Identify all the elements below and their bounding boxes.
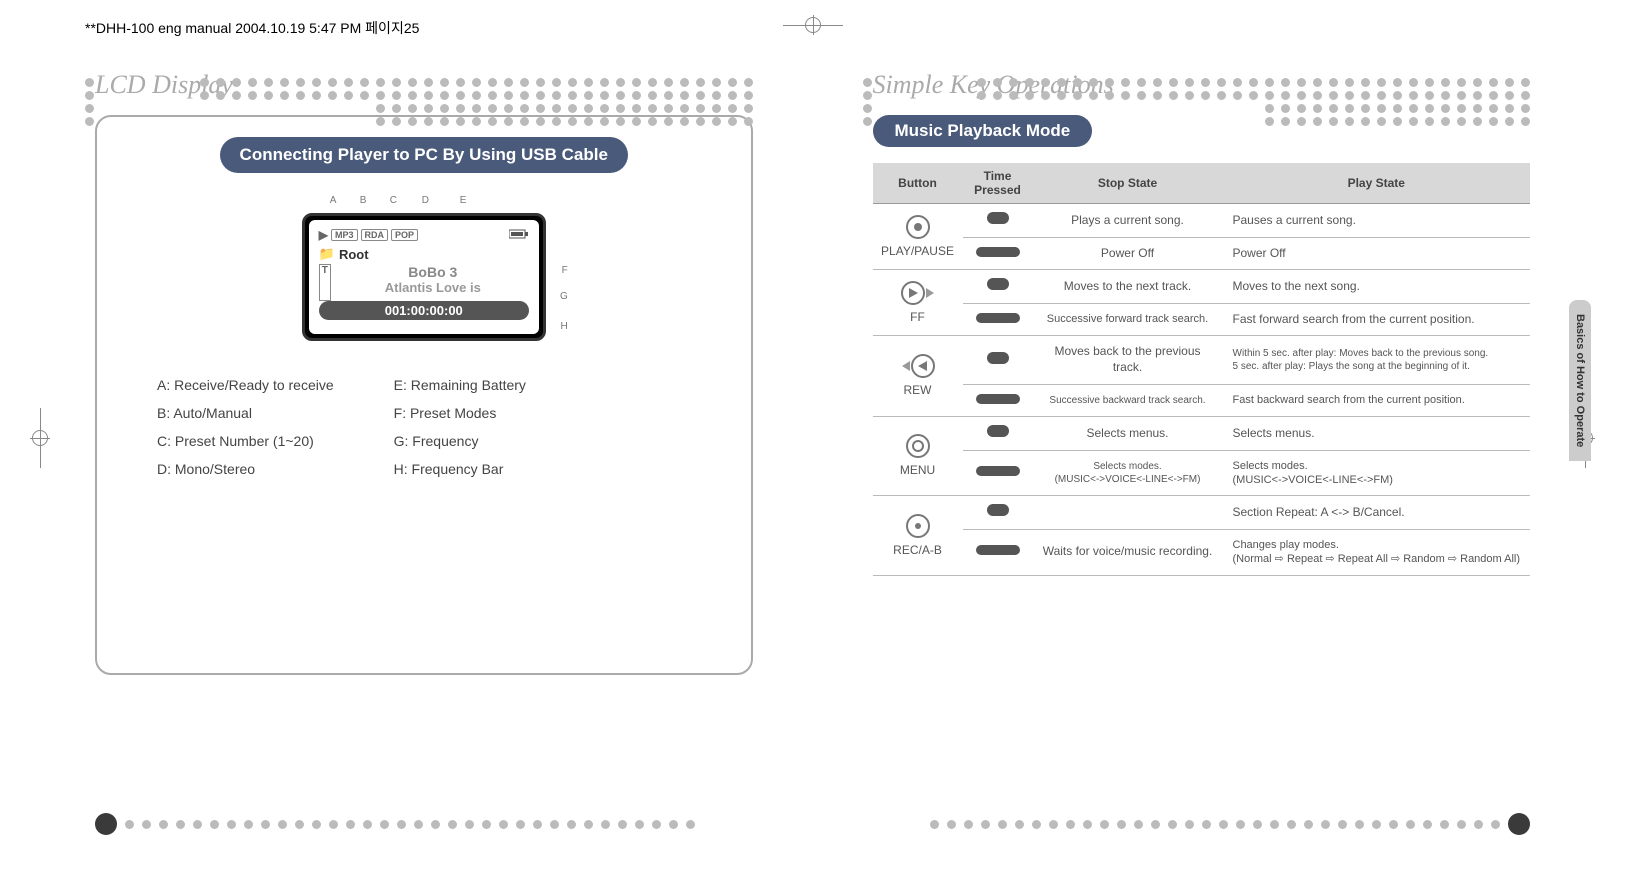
- lcd-tag2: RDA: [361, 229, 389, 241]
- press-short-icon: [963, 336, 1033, 384]
- operations-table: Button Time Pressed Stop State Play Stat…: [873, 163, 1531, 576]
- cell: Plays a current song.: [1033, 204, 1223, 238]
- cell: Changes play modes. (Normal ⇨ Repeat ⇨ R…: [1223, 529, 1531, 575]
- annot-d: D: [422, 195, 429, 206]
- play-pause-icon: [905, 214, 931, 240]
- legend-c: C: Preset Number (1~20): [157, 427, 334, 455]
- legend-b: B: Auto/Manual: [157, 399, 334, 427]
- folder-icon: 📁: [319, 246, 335, 262]
- document-stamp: **DHH-100 eng manual 2004.10.19 5:47 PM …: [85, 18, 419, 38]
- press-short-icon: [963, 270, 1033, 304]
- annot-g: G: [560, 291, 568, 302]
- press-short-icon: [963, 496, 1033, 530]
- lcd-root: Root: [339, 247, 369, 262]
- crop-mark-top: [783, 15, 843, 35]
- press-long-icon: [963, 450, 1033, 496]
- legend-a: A: Receive/Ready to receive: [157, 371, 334, 399]
- press-short-icon: [963, 417, 1033, 451]
- lcd-tag1: MP3: [331, 229, 358, 241]
- footer-dots-left: [95, 813, 695, 835]
- btn-rew: REW: [873, 336, 963, 417]
- legend-f: F: Preset Modes: [394, 399, 526, 427]
- btn-play-pause: PLAY/PAUSE: [873, 204, 963, 270]
- cell: Moves to the next song.: [1223, 270, 1531, 304]
- pill-connecting: Connecting Player to PC By Using USB Cab…: [220, 137, 628, 173]
- footer-dots-right: [930, 813, 1530, 835]
- press-long-icon: [963, 237, 1033, 270]
- annot-c: C: [390, 195, 397, 206]
- lcd-line2: BoBo 3: [337, 264, 529, 280]
- btn-ff: FF: [873, 270, 963, 336]
- cell: Fast forward search from the current pos…: [1223, 303, 1531, 336]
- lcd-tag3: POP: [391, 229, 418, 241]
- cell: Section Repeat: A <-> B/Cancel.: [1223, 496, 1531, 530]
- cell: Within 5 sec. after play: Moves back to …: [1223, 336, 1531, 384]
- press-long-icon: [963, 303, 1033, 336]
- lcd-box: Connecting Player to PC By Using USB Cab…: [95, 115, 753, 675]
- decor-dots-rows: [183, 78, 753, 130]
- cell: Successive forward track search.: [1033, 303, 1223, 336]
- legend: A: Receive/Ready to receive B: Auto/Manu…: [117, 371, 731, 483]
- side-tab: Basics of How to Operate: [1569, 300, 1591, 461]
- annot-a: A: [330, 195, 337, 206]
- left-panel: LCD Display Connecting Player to PC By U…: [0, 60, 813, 820]
- press-long-icon: [963, 529, 1033, 575]
- ff-icon: [900, 280, 936, 306]
- cell: Power Off: [1033, 237, 1223, 270]
- btn-menu: MENU: [873, 417, 963, 496]
- press-short-icon: [963, 204, 1033, 238]
- legend-h: H: Frequency Bar: [394, 455, 526, 483]
- cell: Moves to the next track.: [1033, 270, 1223, 304]
- annot-f: F: [562, 265, 568, 276]
- rew-icon: [900, 353, 936, 379]
- lcd-line3: Atlantis Love is: [337, 280, 529, 295]
- lcd-bar: 001:00:00:00: [319, 301, 529, 320]
- legend-d: D: Mono/Stereo: [157, 455, 334, 483]
- battery-icon: [509, 229, 529, 242]
- right-panel: Simple Key Operations Music Playback Mod…: [813, 60, 1625, 820]
- play-icon: ▶: [319, 228, 328, 242]
- cell: [1033, 496, 1223, 530]
- press-long-icon: [963, 384, 1033, 417]
- th-button: Button: [873, 163, 963, 204]
- rec-icon: [905, 513, 931, 539]
- menu-icon: [905, 433, 931, 459]
- legend-g: G: Frequency: [394, 427, 526, 455]
- decor-dots-col: [85, 78, 94, 126]
- annot-h: H: [561, 321, 568, 332]
- th-stop: Stop State: [1033, 163, 1223, 204]
- cell: Selects modes. (MUSIC<->VOICE<-LINE<->FM…: [1033, 450, 1223, 496]
- th-play: Play State: [1223, 163, 1531, 204]
- lcd-screen: ▶ MP3 RDA POP 📁 Root: [302, 213, 546, 341]
- cell: Waits for voice/music recording.: [1033, 529, 1223, 575]
- cell: Moves back to the previous track.: [1033, 336, 1223, 384]
- cell: Successive backward track search.: [1033, 384, 1223, 417]
- legend-e: E: Remaining Battery: [394, 371, 526, 399]
- cell: Power Off: [1223, 237, 1531, 270]
- annot-b: B: [360, 195, 367, 206]
- annot-e: E: [460, 195, 467, 206]
- decor-dots-col: [863, 78, 872, 126]
- th-time: Time Pressed: [963, 163, 1033, 204]
- cell: Pauses a current song.: [1223, 204, 1531, 238]
- cell: Selects menus.: [1223, 417, 1531, 451]
- cell: Selects menus.: [1033, 417, 1223, 451]
- btn-rec: REC/A-B: [873, 496, 963, 575]
- cell: Selects modes. (MUSIC<->VOICE<-LINE<->FM…: [1223, 450, 1531, 496]
- cell: Fast backward search from the current po…: [1223, 384, 1531, 417]
- t-icon: T: [319, 264, 331, 301]
- decor-dots-rows: [960, 78, 1530, 130]
